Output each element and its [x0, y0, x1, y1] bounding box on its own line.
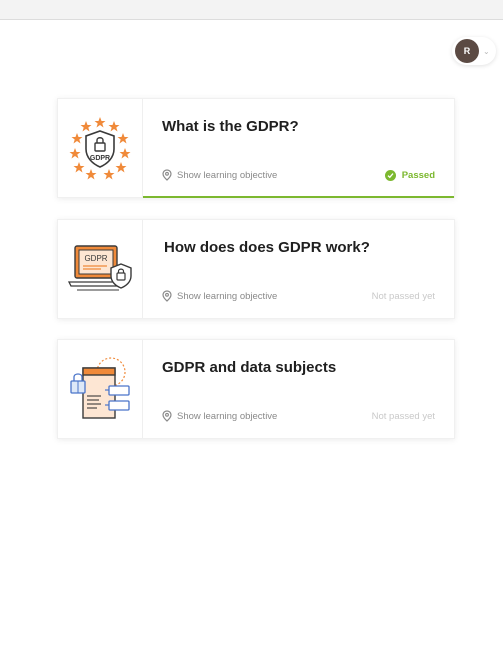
- location-pin-icon: [162, 290, 172, 302]
- top-bar: [0, 0, 503, 20]
- module-title[interactable]: GDPR and data subjects: [162, 359, 336, 376]
- objective-label: Show learning objective: [177, 169, 278, 181]
- divider: [142, 99, 143, 197]
- gdpr-shield-stars-icon: GDPR: [58, 99, 142, 197]
- location-pin-icon: [162, 410, 172, 422]
- status-text: Passed: [401, 170, 435, 181]
- objective-label: Show learning objective: [177, 410, 278, 422]
- data-subjects-document-icon: [58, 340, 142, 438]
- status-badge: Not passed yet: [372, 411, 435, 422]
- module-title[interactable]: How does does GDPR work?: [164, 239, 370, 256]
- user-menu[interactable]: R ⌄: [452, 37, 496, 65]
- status-badge: Not passed yet: [372, 291, 435, 302]
- location-pin-icon: [162, 169, 172, 181]
- icon-text: GDPR: [90, 155, 110, 162]
- show-learning-objective-link[interactable]: Show learning objective: [162, 410, 277, 422]
- show-learning-objective-link[interactable]: Show learning objective: [162, 290, 277, 302]
- module-title[interactable]: What is the GDPR?: [162, 118, 299, 135]
- module-card[interactable]: GDPR and data subjects Show learning obj…: [57, 339, 455, 439]
- check-icon: [384, 170, 396, 181]
- status-badge: Passed: [384, 170, 435, 181]
- icon-text: GDPR: [84, 254, 107, 263]
- divider: [142, 340, 143, 438]
- status-text: Not passed yet: [371, 291, 435, 302]
- status-text: Not passed yet: [371, 411, 435, 422]
- progress-bar: [143, 196, 454, 198]
- gdpr-laptop-lock-icon: GDPR: [58, 220, 142, 318]
- progress-fill: [143, 196, 454, 198]
- show-learning-objective-link[interactable]: Show learning objective: [162, 169, 277, 181]
- objective-label: Show learning objective: [177, 290, 278, 302]
- chevron-down-icon[interactable]: ⌄: [483, 47, 490, 56]
- module-card[interactable]: GDPR What is the GDPR? Show learning obj…: [57, 98, 455, 198]
- avatar[interactable]: R: [455, 39, 479, 63]
- divider: [142, 220, 143, 318]
- module-card[interactable]: GDPR How does does GDPR work? Show learn…: [57, 219, 455, 319]
